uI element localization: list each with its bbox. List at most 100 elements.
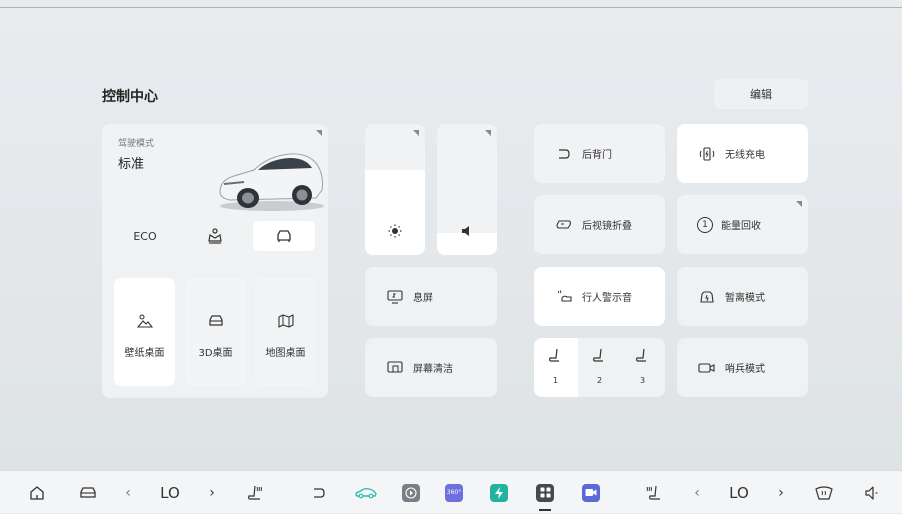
chevron-left-icon: ‹ — [694, 484, 700, 501]
left-temp-down-button[interactable]: ‹ — [120, 471, 136, 514]
seat-level-1-button[interactable]: 1 — [534, 338, 578, 397]
tailgate-icon — [554, 146, 574, 162]
brightness-icon — [388, 224, 402, 238]
chevron-right-icon: › — [209, 484, 215, 501]
left-temp-value: LO — [160, 483, 180, 502]
temp-leave-label: 暂离模式 — [725, 293, 765, 304]
screen-off-tile[interactable]: 息屏 — [365, 267, 497, 326]
seat-icon — [592, 348, 606, 364]
taskbar: ‹ LO › 360° ‹ LO › — [0, 470, 902, 513]
camera-icon — [697, 360, 717, 376]
landscape-icon — [136, 314, 153, 328]
screen-clean-label: 屏幕清洁 — [413, 364, 453, 375]
mirror-fold-label: 后视镜折叠 — [582, 221, 632, 232]
volume-slider[interactable] — [437, 124, 497, 255]
wireless-charge-label: 无线充电 — [725, 150, 765, 161]
mode-comfort-button[interactable] — [253, 221, 315, 251]
car-image — [214, 140, 326, 214]
camera-360-icon: 360° — [445, 483, 463, 502]
video-app-button[interactable] — [580, 471, 602, 514]
car-side-icon — [355, 487, 377, 499]
defrost-button[interactable] — [811, 471, 837, 514]
expand-corner-icon[interactable] — [796, 201, 802, 207]
expand-corner-icon[interactable] — [316, 130, 322, 136]
windshield-defrost-icon — [814, 485, 834, 501]
car-front-icon — [208, 314, 224, 328]
seat-level-2-button[interactable]: 2 — [578, 338, 621, 397]
screen-clean-icon — [385, 360, 405, 376]
desktop-map-button[interactable]: 地图桌面 — [255, 278, 316, 386]
seat-icon — [548, 348, 562, 364]
energy-recovery-label: 能量回收 — [721, 221, 761, 232]
energy-recovery-tile[interactable]: 1 能量回收 — [677, 195, 808, 254]
chevron-left-icon: ‹ — [125, 484, 131, 501]
right-temp-up-button[interactable]: › — [773, 471, 789, 514]
energy-level-icon: 1 — [697, 216, 713, 233]
tailgate-tile[interactable]: 后背门 — [534, 124, 665, 183]
charging-app-button[interactable] — [488, 471, 510, 514]
left-temp-up-button[interactable]: › — [204, 471, 220, 514]
car-outline-icon — [275, 228, 293, 244]
camera-360-app-button[interactable]: 360° — [443, 471, 465, 514]
edit-button[interactable]: 编辑 — [714, 79, 808, 109]
tailgate-label: 后背门 — [582, 150, 612, 161]
map-icon — [277, 314, 294, 328]
play-icon — [402, 483, 420, 502]
speaker-icon — [863, 485, 879, 501]
pedestrian-sound-icon — [554, 289, 574, 305]
video-camera-icon — [582, 483, 600, 502]
car-app-button[interactable] — [352, 471, 380, 514]
mode-eco-button[interactable]: ECO — [114, 221, 176, 251]
seat-icon — [635, 348, 649, 364]
expand-corner-icon[interactable] — [413, 130, 419, 136]
temp-leave-tile[interactable]: 暂离模式 — [677, 267, 808, 326]
screen-clean-tile[interactable]: 屏幕清洁 — [365, 338, 497, 397]
right-temp-value: LO — [729, 483, 749, 502]
tailgate-shortcut-button[interactable] — [307, 471, 331, 514]
mirror-fold-tile[interactable]: 后视镜折叠 — [534, 195, 665, 254]
temp-leave-icon — [697, 289, 717, 305]
desktop-3d-label: 3D桌面 — [198, 348, 233, 359]
control-center-app-button[interactable] — [534, 471, 556, 514]
brightness-slider[interactable] — [365, 124, 425, 255]
seat-level-1-label: 1 — [553, 376, 559, 385]
pedestrian-warning-label: 行人警示音 — [582, 293, 632, 304]
window-top-edge — [0, 0, 902, 8]
desktop-map-label: 地图桌面 — [265, 348, 306, 359]
mode-sport-button[interactable] — [184, 221, 246, 251]
volume-button[interactable] — [860, 471, 882, 514]
home-button[interactable] — [25, 471, 49, 514]
expand-corner-icon[interactable] — [485, 130, 491, 136]
home-icon — [28, 484, 46, 502]
desktop-3d-button[interactable]: 3D桌面 — [185, 278, 246, 386]
passenger-seat-heat-button[interactable] — [641, 471, 665, 514]
crown-icon — [206, 227, 224, 245]
seat-heat-icon — [644, 484, 662, 502]
media-app-button[interactable] — [400, 471, 422, 514]
chevron-right-icon: › — [778, 484, 784, 501]
active-indicator — [539, 509, 551, 511]
desktop-wallpaper-button[interactable]: 壁纸桌面 — [114, 278, 175, 386]
wireless-charge-tile[interactable]: 无线充电 — [677, 124, 808, 183]
volume-icon — [460, 224, 474, 238]
seat-heat-selector: 1 2 3 — [534, 338, 665, 397]
mirror-fold-icon — [554, 217, 574, 233]
grid-icon — [536, 483, 554, 502]
steering-heat-button[interactable] — [244, 471, 268, 514]
tailgate-icon — [312, 487, 326, 499]
brightness-fill — [365, 169, 425, 255]
seat-level-3-label: 3 — [640, 376, 646, 385]
drive-mode-value: 标准 — [118, 157, 145, 172]
vehicle-button[interactable] — [76, 471, 100, 514]
right-temp-down-button[interactable]: ‹ — [689, 471, 705, 514]
seat-level-3-button[interactable]: 3 — [621, 338, 665, 397]
screen-off-icon — [385, 289, 405, 305]
car-front-icon — [79, 485, 97, 501]
seat-level-2-label: 2 — [597, 376, 603, 385]
sentry-mode-tile[interactable]: 哨兵模式 — [677, 338, 808, 397]
seat-heat-icon — [247, 484, 265, 502]
desktop-wallpaper-label: 壁纸桌面 — [124, 348, 165, 359]
drive-mode-label: 驾驶模式 — [118, 139, 155, 149]
drive-mode-card: 驾驶模式 标准 ECO 壁纸桌面 3D桌面 地图桌面 — [102, 124, 328, 398]
pedestrian-warning-tile[interactable]: 行人警示音 — [534, 267, 665, 326]
